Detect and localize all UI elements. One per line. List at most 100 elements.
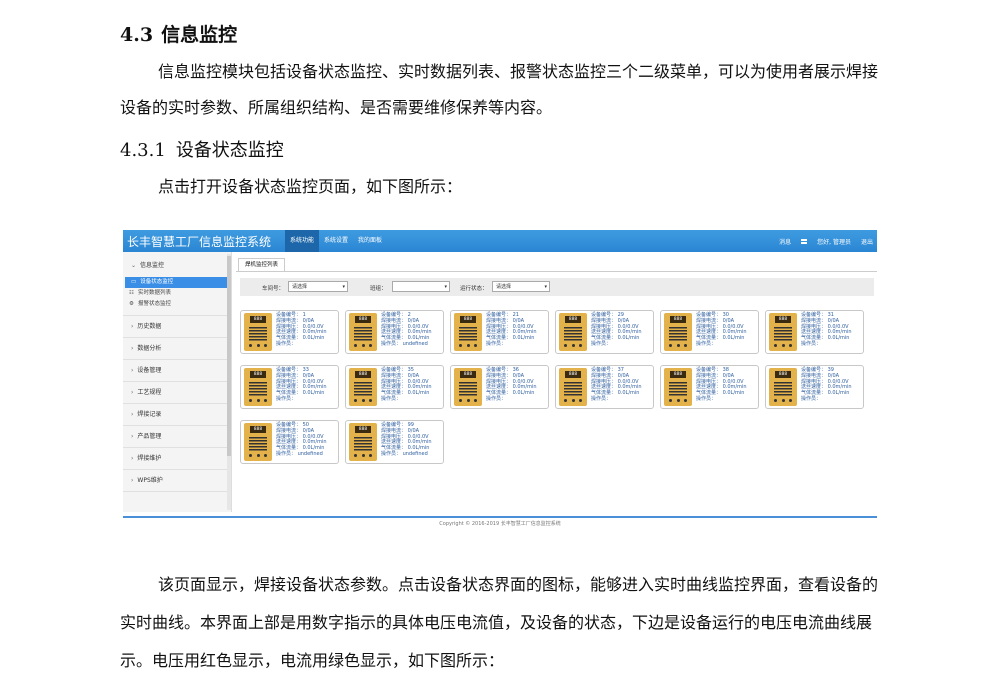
sidebar-subitem-realtime-data[interactable]: ☷ 实时数据列表 <box>123 288 231 299</box>
nav-system-functions[interactable]: 系统功能 <box>285 230 320 252</box>
app-topbar: 长丰智慧工厂信息监控系统 系统功能 系统设置 我的面板 消息 您好, 管理员 退… <box>123 230 877 252</box>
sidebar-item-weld-records[interactable]: › 焊接记录 <box>123 404 231 426</box>
document-page: 4.3 信息监控 信息监控模块包括设备状态监控、实时数据列表、报警状态监控三个二级… <box>0 0 990 688</box>
device-display: 888 <box>250 371 266 378</box>
device-knobs <box>354 399 372 403</box>
team-select[interactable]: ▾ <box>392 281 450 292</box>
device-info: 设备编号： 31 焊接电流： 0/0A 焊接电压： 0.0/0.0V 送丝速度： 0.… <box>801 312 852 348</box>
device-card[interactable]: 888 设备编号： 30 焊接电流： 0/0A 焊接电压： 0.0/0.0V 送丝速度：… <box>660 310 759 354</box>
device-operator: 操作员： undefined <box>276 450 323 457</box>
device-vent <box>459 327 477 341</box>
sidebar-item-history[interactable]: › 历史数据 <box>123 316 231 338</box>
subsection-title: 设备状态监控 <box>175 140 284 161</box>
device-operator: 操作员： <box>801 340 822 347</box>
device-card[interactable]: 888 设备编号： 35 焊接电流： 0/0A 焊接电压： 0.0/0.0V 送丝速度：… <box>345 365 444 409</box>
welder-device-icon[interactable]: 888 <box>559 313 587 351</box>
device-card[interactable]: 888 设备编号： 33 焊接电流： 0/0A 焊接电压： 0.0/0.0V 送丝速度：… <box>240 365 339 409</box>
device-display: 888 <box>355 426 371 433</box>
device-display: 888 <box>670 371 686 378</box>
sidebar-item-label: 设备管理 <box>137 367 162 374</box>
device-info: 设备编号： 99 焊接电流： 0/0A 焊接电压： 0.0/0.0V 送丝速度： 0.… <box>381 422 432 458</box>
welder-device-icon[interactable]: 888 <box>244 368 272 406</box>
main-content: 焊机监控列表 车间号： 请选择 ▾ 班组： ▾ 运行状态： 请选择 ▾ 888 设备编… <box>236 254 877 512</box>
tab-welder-list[interactable]: 焊机监控列表 <box>238 258 286 271</box>
sidebar-item-weld-maint[interactable]: › 焊接维护 <box>123 448 231 470</box>
device-display: 888 <box>250 426 266 433</box>
status-select[interactable]: 请选择 ▾ <box>492 281 550 292</box>
welder-device-icon[interactable]: 888 <box>454 368 482 406</box>
scrollbar-thumb[interactable] <box>227 256 231 456</box>
device-operator: 操作员： <box>276 395 297 402</box>
device-card[interactable]: 888 设备编号： 37 焊接电流： 0/0A 焊接电压： 0.0/0.0V 送丝速度：… <box>555 365 654 409</box>
welder-device-icon[interactable]: 888 <box>769 368 797 406</box>
nav-my-panel[interactable]: 我的面板 <box>353 230 387 252</box>
device-operator: 操作员： <box>486 395 507 402</box>
sidebar-item-monitoring[interactable]: ⌄ 信息监控 <box>123 255 231 277</box>
device-card[interactable]: 888 设备编号： 50 焊接电流： 0/0A 焊接电压： 0.0/0.0V 送丝速度：… <box>240 420 339 464</box>
device-knobs <box>669 399 687 403</box>
copyright: Copyright © 2016-2019 长丰智慧工厂信息监控系统 <box>439 521 561 527</box>
device-operator: 操作员： <box>276 340 297 347</box>
chevron-right-icon: › <box>131 433 134 440</box>
device-operator: 操作员： <box>591 395 612 402</box>
menu-icon[interactable] <box>801 238 808 244</box>
device-card[interactable]: 888 设备编号： 2 焊接电流： 0/0A 焊接电压： 0.0/0.0V 送丝速度： … <box>345 310 444 354</box>
messages-link[interactable]: 消息 <box>779 237 791 246</box>
device-card[interactable]: 888 设备编号： 31 焊接电流： 0/0A 焊接电压： 0.0/0.0V 送丝速度：… <box>765 310 864 354</box>
list-icon: ☷ <box>129 290 134 296</box>
device-card[interactable]: 888 设备编号： 1 焊接电流： 0/0A 焊接电压： 0.0/0.0V 送丝速度： … <box>240 310 339 354</box>
sidebar-item-products[interactable]: › 产品管理 <box>123 426 231 448</box>
device-info: 设备编号： 33 焊接电流： 0/0A 焊接电压： 0.0/0.0V 送丝速度： 0.… <box>276 367 327 403</box>
sidebar-item-device-mgmt[interactable]: › 设备管理 <box>123 360 231 382</box>
monitor-icon: ▭ <box>131 279 137 285</box>
sidebar-item-wps[interactable]: › WPS维护 <box>123 470 231 492</box>
section-number: 4.3 <box>120 24 154 46</box>
device-card[interactable]: 888 设备编号： 39 焊接电流： 0/0A 焊接电压： 0.0/0.0V 送丝速度：… <box>765 365 864 409</box>
device-info: 设备编号： 30 焊接电流： 0/0A 焊接电压： 0.0/0.0V 送丝速度： 0.… <box>696 312 747 348</box>
sidebar-scrollbar[interactable] <box>227 254 231 510</box>
device-card[interactable]: 888 设备编号： 38 焊接电流： 0/0A 焊接电压： 0.0/0.0V 送丝速度：… <box>660 365 759 409</box>
app-screenshot: 长丰智慧工厂信息监控系统 系统功能 系统设置 我的面板 消息 您好, 管理员 退… <box>123 230 877 528</box>
section-title: 信息监控 <box>161 24 238 46</box>
sidebar-item-process[interactable]: › 工艺规程 <box>123 382 231 404</box>
welder-device-icon[interactable]: 888 <box>664 368 692 406</box>
sidebar-item-analysis[interactable]: › 数据分析 <box>123 338 231 360</box>
sidebar-subitem-device-status[interactable]: ▭ 设备状态监控 <box>125 277 227 288</box>
welder-device-icon[interactable]: 888 <box>559 368 587 406</box>
welder-device-icon[interactable]: 888 <box>349 423 377 461</box>
device-vent <box>774 327 792 341</box>
welder-device-icon[interactable]: 888 <box>769 313 797 351</box>
device-card[interactable]: 888 设备编号： 29 焊接电流： 0/0A 焊接电压： 0.0/0.0V 送丝速度：… <box>555 310 654 354</box>
sidebar-subitem-alarm-status[interactable]: ⚙ 报警状态监控 <box>123 299 231 310</box>
welder-device-icon[interactable]: 888 <box>349 313 377 351</box>
device-knobs <box>354 454 372 458</box>
device-knobs <box>249 454 267 458</box>
device-knobs <box>669 344 687 348</box>
device-vent <box>669 382 687 396</box>
user-greeting[interactable]: 您好, 管理员 <box>817 237 851 246</box>
welder-device-icon[interactable]: 888 <box>244 423 272 461</box>
nav-system-settings[interactable]: 系统设置 <box>319 230 353 252</box>
device-knobs <box>564 344 582 348</box>
device-card[interactable]: 888 设备编号： 36 焊接电流： 0/0A 焊接电压： 0.0/0.0V 送丝速度：… <box>450 365 549 409</box>
device-card[interactable]: 888 设备编号： 99 焊接电流： 0/0A 焊接电压： 0.0/0.0V 送丝速度：… <box>345 420 444 464</box>
welder-device-icon[interactable]: 888 <box>454 313 482 351</box>
device-card[interactable]: 888 设备编号： 21 焊接电流： 0/0A 焊接电压： 0.0/0.0V 送丝速度：… <box>450 310 549 354</box>
device-display: 888 <box>250 316 266 323</box>
workshop-select[interactable]: 请选择 ▾ <box>288 281 348 292</box>
device-vent <box>354 327 372 341</box>
welder-device-icon[interactable]: 888 <box>349 368 377 406</box>
device-info: 设备编号： 1 焊接电流： 0/0A 焊接电压： 0.0/0.0V 送丝速度： 0.0… <box>276 312 327 348</box>
welder-device-icon[interactable]: 888 <box>664 313 692 351</box>
logout-link[interactable]: 退出 <box>861 237 873 246</box>
alarm-icon: ⚙ <box>129 301 134 307</box>
sidebar-item-label: 数据分析 <box>137 345 162 352</box>
device-vent <box>249 437 267 451</box>
device-knobs <box>459 399 477 403</box>
device-knobs <box>459 344 477 348</box>
device-info: 设备编号： 2 焊接电流： 0/0A 焊接电压： 0.0/0.0V 送丝速度： 0.0… <box>381 312 432 348</box>
chevron-right-icon: › <box>131 389 134 396</box>
device-display: 888 <box>460 316 476 323</box>
welder-device-icon[interactable]: 888 <box>244 313 272 351</box>
filter-bar: 车间号： 请选择 ▾ 班组： ▾ 运行状态： 请选择 ▾ <box>240 278 874 296</box>
